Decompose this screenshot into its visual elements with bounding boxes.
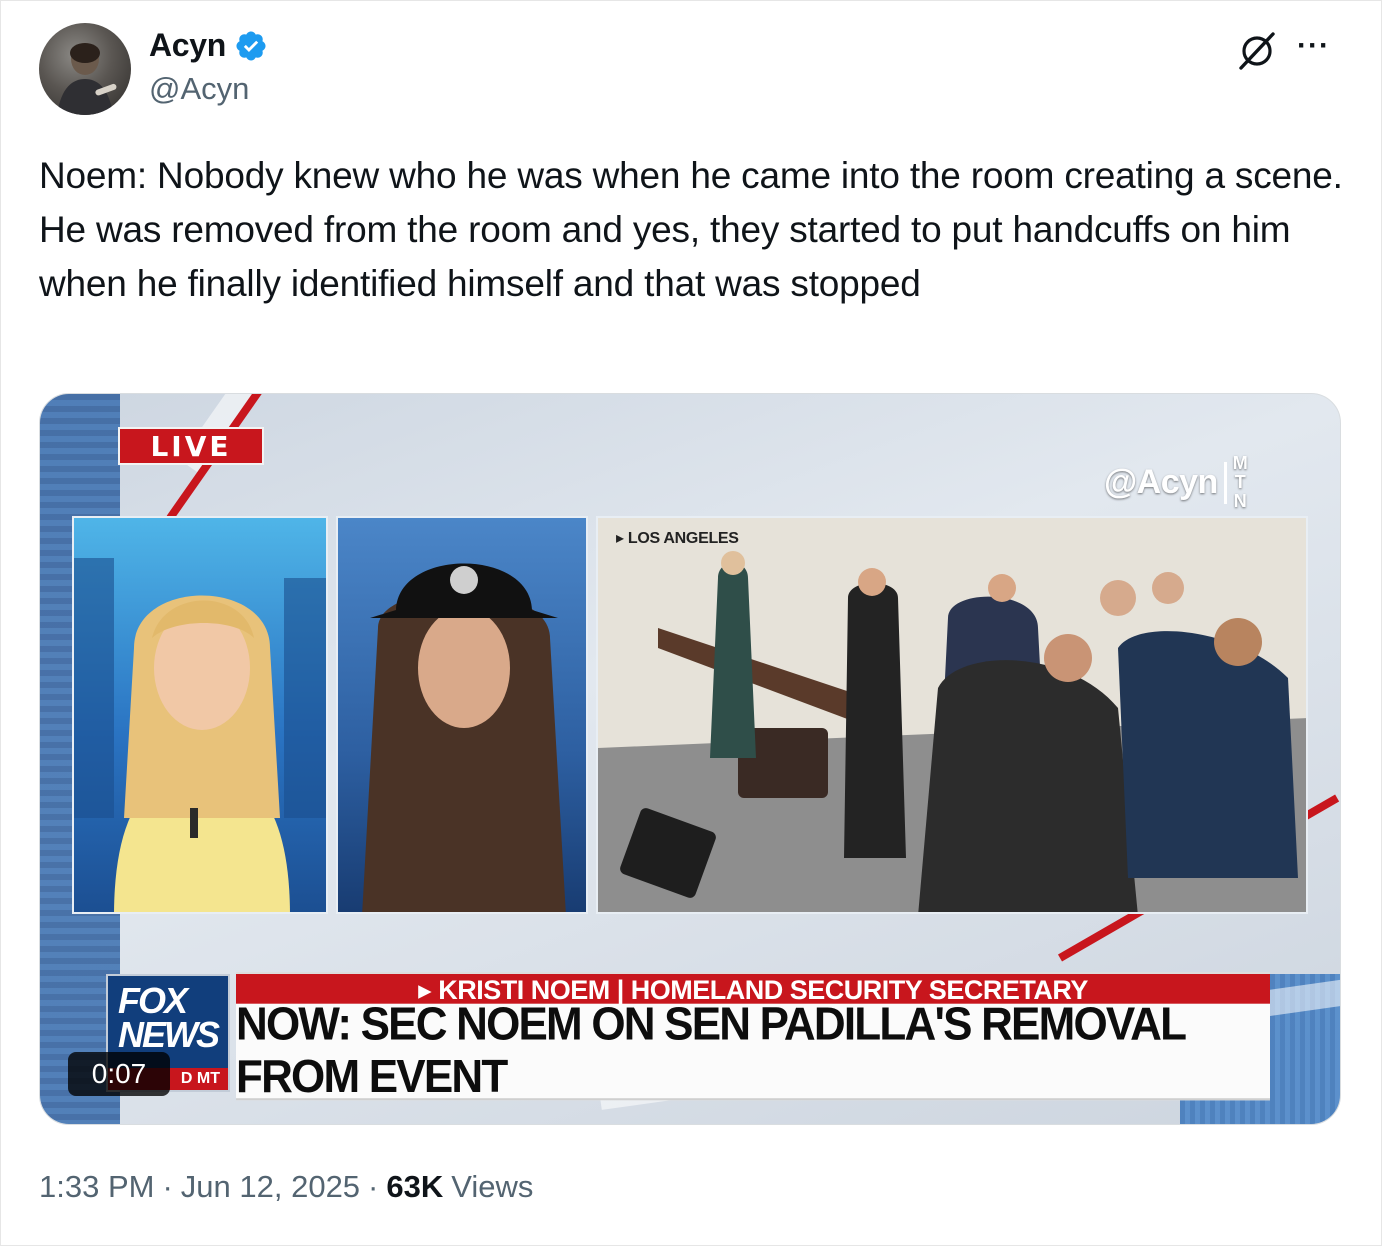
watermark-brand-letter: T xyxy=(1234,472,1246,492)
guest-figure xyxy=(362,563,566,912)
watermark-divider xyxy=(1223,461,1227,504)
views-count[interactable]: 63K xyxy=(386,1169,443,1205)
watermark: @Acyn M T N xyxy=(1104,454,1248,511)
network-logo-line2: NEWS xyxy=(118,1014,220,1055)
tweet-card: Acyn @Acyn ··· Noem: Nobody knew who he … xyxy=(0,0,1382,1246)
watermark-brand-letter: N xyxy=(1233,491,1247,511)
meta-separator: · xyxy=(162,1169,173,1204)
video-player[interactable]: LIVE @Acyn M T N ▸ LOS ANGELES FOX NEWS … xyxy=(39,393,1341,1125)
tweet-time[interactable]: 1:33 PM xyxy=(39,1169,154,1205)
watermark-brand-letter: M xyxy=(1232,453,1248,473)
network-logo-line1: FOX xyxy=(118,980,188,1021)
live-badge: LIVE xyxy=(118,427,264,465)
meta-separator: · xyxy=(368,1169,379,1204)
location-tag: ▸ LOS ANGELES xyxy=(616,530,739,547)
watermark-brand: M T N xyxy=(1233,454,1248,511)
more-options-button[interactable]: ··· xyxy=(1297,31,1341,67)
tweet-text: Noem: Nobody knew who he was when he cam… xyxy=(39,155,1343,304)
footage-scene xyxy=(598,518,1306,912)
guest-panel xyxy=(336,516,588,914)
grok-icon[interactable] xyxy=(1235,29,1279,73)
author-handle[interactable]: @Acyn xyxy=(149,71,249,107)
host-panel xyxy=(72,516,328,914)
author-display-name[interactable]: Acyn xyxy=(149,27,226,64)
tweet-meta: 1:33 PM · Jun 12, 2025 · 63K Views xyxy=(39,1169,533,1205)
footage-panel: ▸ LOS ANGELES xyxy=(596,516,1308,914)
video-duration[interactable]: 0:07 xyxy=(68,1052,170,1096)
verified-badge-icon xyxy=(236,30,266,61)
author-name-row: Acyn xyxy=(149,27,268,64)
chyron-main: NOW: SEC NOEM ON SEN PADILLA'S REMOVAL F… xyxy=(236,998,1270,1102)
host-figure xyxy=(74,558,326,912)
views-label: Views xyxy=(451,1169,534,1204)
network-logo-text: FOX NEWS xyxy=(118,980,220,1055)
watermark-handle: @Acyn xyxy=(1104,463,1218,501)
author-avatar[interactable] xyxy=(39,23,131,115)
tweet-date[interactable]: Jun 12, 2025 xyxy=(181,1169,360,1205)
